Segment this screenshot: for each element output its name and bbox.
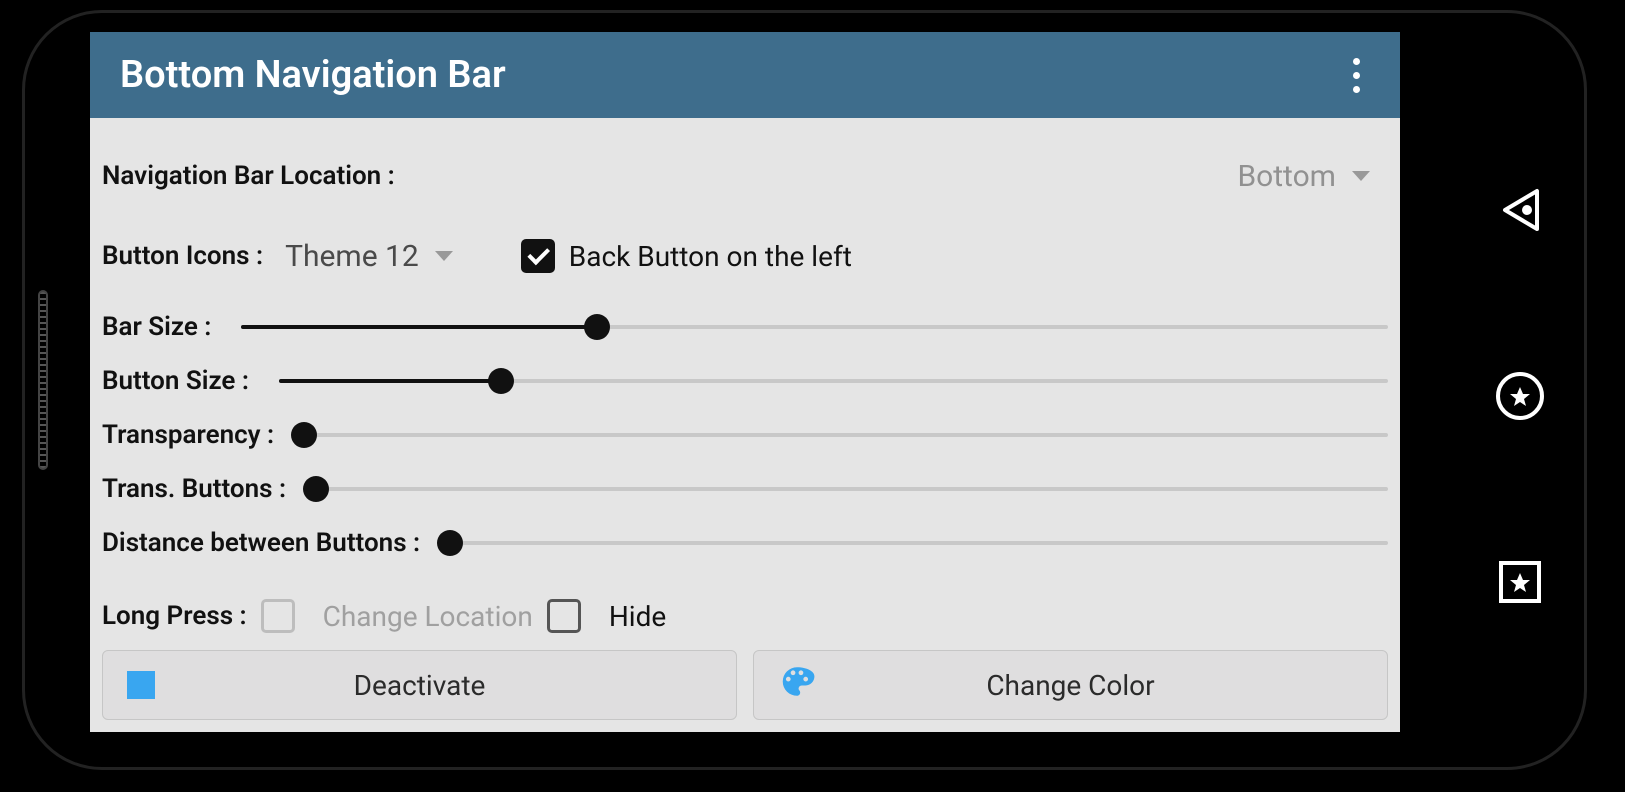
row-long-press: Long Press : Change Location Hide <box>102 590 1388 642</box>
back-left-label: Back Button on the left <box>569 240 852 273</box>
distance-label: Distance between Buttons : <box>102 528 420 558</box>
long-press-label: Long Press : <box>102 601 247 631</box>
change-color-button[interactable]: Change Color <box>753 650 1388 720</box>
nav-back-button[interactable] <box>1492 182 1548 238</box>
button-size-label: Button Size : <box>102 366 249 396</box>
theme-value: Theme 12 <box>285 239 419 274</box>
page-title: Bottom Navigation Bar <box>120 53 506 97</box>
button-row: Deactivate Change Color <box>102 642 1388 732</box>
square-icon <box>127 671 155 699</box>
device-nav-strip <box>1415 0 1625 792</box>
change-location-label: Change Location <box>323 600 533 633</box>
app-screen: Bottom Navigation Bar Navigation Bar Loc… <box>90 32 1400 732</box>
device-speaker <box>38 290 48 470</box>
nav-location-dropdown[interactable]: Bottom <box>1229 155 1378 198</box>
nav-home-button[interactable] <box>1492 368 1548 424</box>
app-bar: Bottom Navigation Bar <box>90 32 1400 118</box>
nav-location-label: Navigation Bar Location : <box>102 161 395 191</box>
row-trans-buttons: Trans. Buttons : <box>102 462 1388 516</box>
button-icons-label: Button Icons : <box>102 241 263 271</box>
row-distance: Distance between Buttons : <box>102 516 1388 570</box>
row-bar-size: Bar Size : <box>102 300 1388 354</box>
hide-label: Hide <box>609 600 666 633</box>
row-button-icons: Button Icons : Theme 12 Back Button on t… <box>102 230 1388 282</box>
chevron-down-icon <box>1352 171 1370 181</box>
row-nav-location: Navigation Bar Location : Bottom <box>102 150 1388 202</box>
change-location-checkbox <box>261 599 295 633</box>
bar-size-label: Bar Size : <box>102 312 211 342</box>
transparency-slider[interactable] <box>304 424 1388 446</box>
row-button-size: Button Size : <box>102 354 1388 408</box>
content-area: Navigation Bar Location : Bottom Button … <box>90 118 1400 732</box>
chevron-down-icon <box>435 251 453 261</box>
nav-recents-button[interactable] <box>1492 554 1548 610</box>
transparency-label: Transparency : <box>102 420 274 450</box>
nav-location-value: Bottom <box>1237 159 1336 194</box>
bar-size-slider[interactable] <box>241 316 1388 338</box>
overflow-menu-icon[interactable] <box>1343 48 1370 103</box>
row-transparency: Transparency : <box>102 408 1388 462</box>
change-color-label: Change Color <box>754 669 1387 702</box>
hide-checkbox[interactable] <box>547 599 581 633</box>
deactivate-label: Deactivate <box>103 669 736 702</box>
slider-group: Bar Size : Button Size : Transparency : … <box>102 300 1388 570</box>
palette-icon <box>778 663 816 708</box>
button-size-slider[interactable] <box>279 370 1388 392</box>
theme-dropdown[interactable]: Theme 12 <box>277 235 461 278</box>
trans-buttons-label: Trans. Buttons : <box>102 474 286 504</box>
trans-buttons-slider[interactable] <box>316 478 1388 500</box>
back-left-checkbox[interactable] <box>521 239 555 273</box>
distance-slider[interactable] <box>450 532 1388 554</box>
deactivate-button[interactable]: Deactivate <box>102 650 737 720</box>
